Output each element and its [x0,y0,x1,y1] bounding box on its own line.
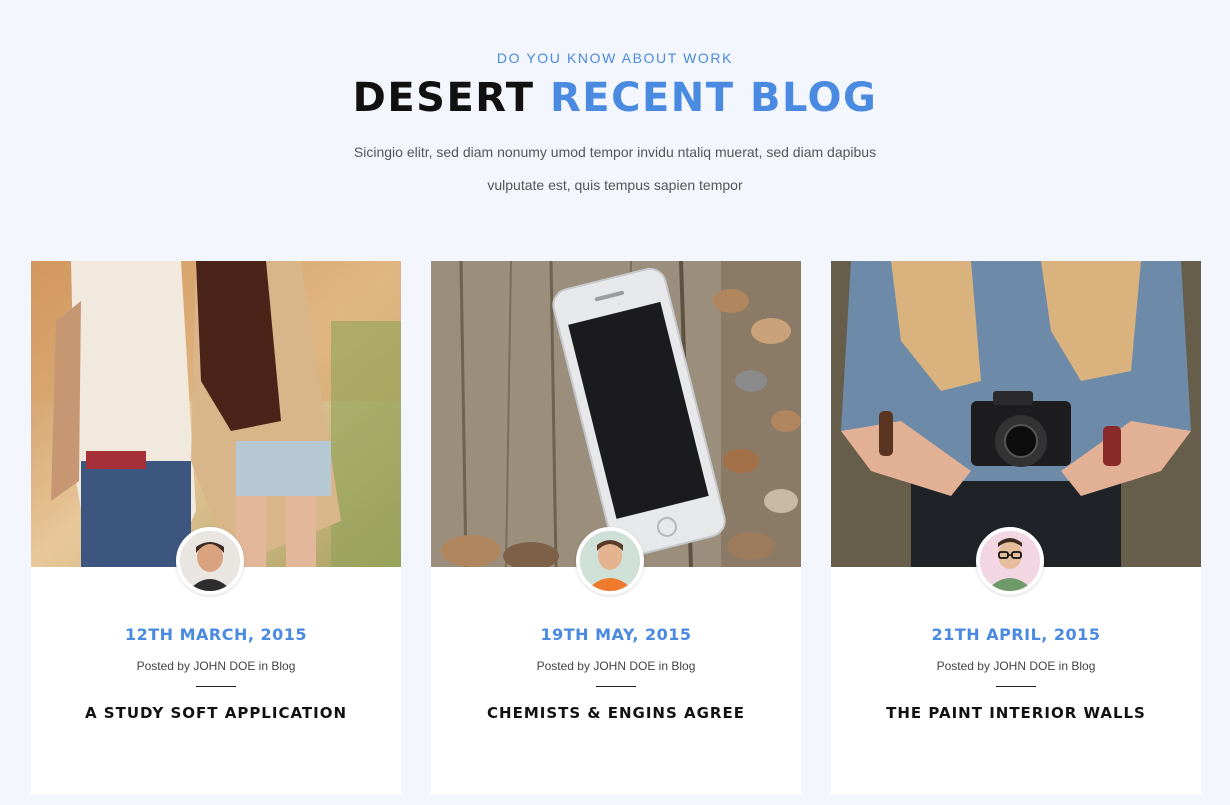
blog-card[interactable]: 12TH MARCH, 2015 Posted by JOHN DOE in B… [31,261,401,794]
post-title[interactable]: THE PAINT INTERIOR WALLS [831,704,1201,722]
author-avatar[interactable] [176,527,244,595]
category-link[interactable]: Blog [671,659,695,673]
in-label: in [658,659,669,673]
category-link[interactable]: Blog [271,659,295,673]
category-link[interactable]: Blog [1071,659,1095,673]
post-date: 19TH MAY, 2015 [540,625,692,644]
divider [196,686,236,687]
in-label: in [258,659,269,673]
title-main: DESERT [352,75,535,121]
blog-card[interactable]: 21TH APRIL, 2015 Posted by JOHN DOE in B… [831,261,1201,794]
author-avatar[interactable] [976,527,1044,595]
blog-image-camera[interactable] [831,261,1201,567]
posted-by-label: Posted by [536,659,590,673]
in-label: in [1058,659,1069,673]
blog-image-smartphone[interactable] [431,261,801,567]
divider [996,686,1036,687]
post-date: 21TH APRIL, 2015 [931,625,1101,644]
title-accent: RECENT BLOG [550,75,878,121]
author-link[interactable]: JOHN DOE [193,659,255,673]
posted-by-label: Posted by [136,659,190,673]
author-link[interactable]: JOHN DOE [593,659,655,673]
section-subtitle-line1: Sicingio elitr, sed diam nonumy umod tem… [353,144,877,160]
posted-by-label: Posted by [936,659,990,673]
section-eyebrow: DO YOU KNOW ABOUT WORK [496,50,734,66]
divider [596,686,636,687]
post-title[interactable]: A STUDY SOFT APPLICATION [31,704,401,722]
author-avatar[interactable] [576,527,644,595]
post-date: 12TH MARCH, 2015 [124,625,308,644]
post-title[interactable]: CHEMISTS & ENGINS AGREE [431,704,801,722]
post-meta: Posted by JOHN DOE in Blog [831,659,1201,673]
author-link[interactable]: JOHN DOE [993,659,1055,673]
section-title: DESERT RECENT BLOG [0,74,1230,122]
post-meta: Posted by JOHN DOE in Blog [31,659,401,673]
blog-image-couple[interactable] [31,261,401,567]
post-meta: Posted by JOHN DOE in Blog [431,659,801,673]
blog-card[interactable]: 19TH MAY, 2015 Posted by JOHN DOE in Blo… [431,261,801,794]
section-subtitle-line2: vulputate est, quis tempus sapien tempor [487,177,743,193]
